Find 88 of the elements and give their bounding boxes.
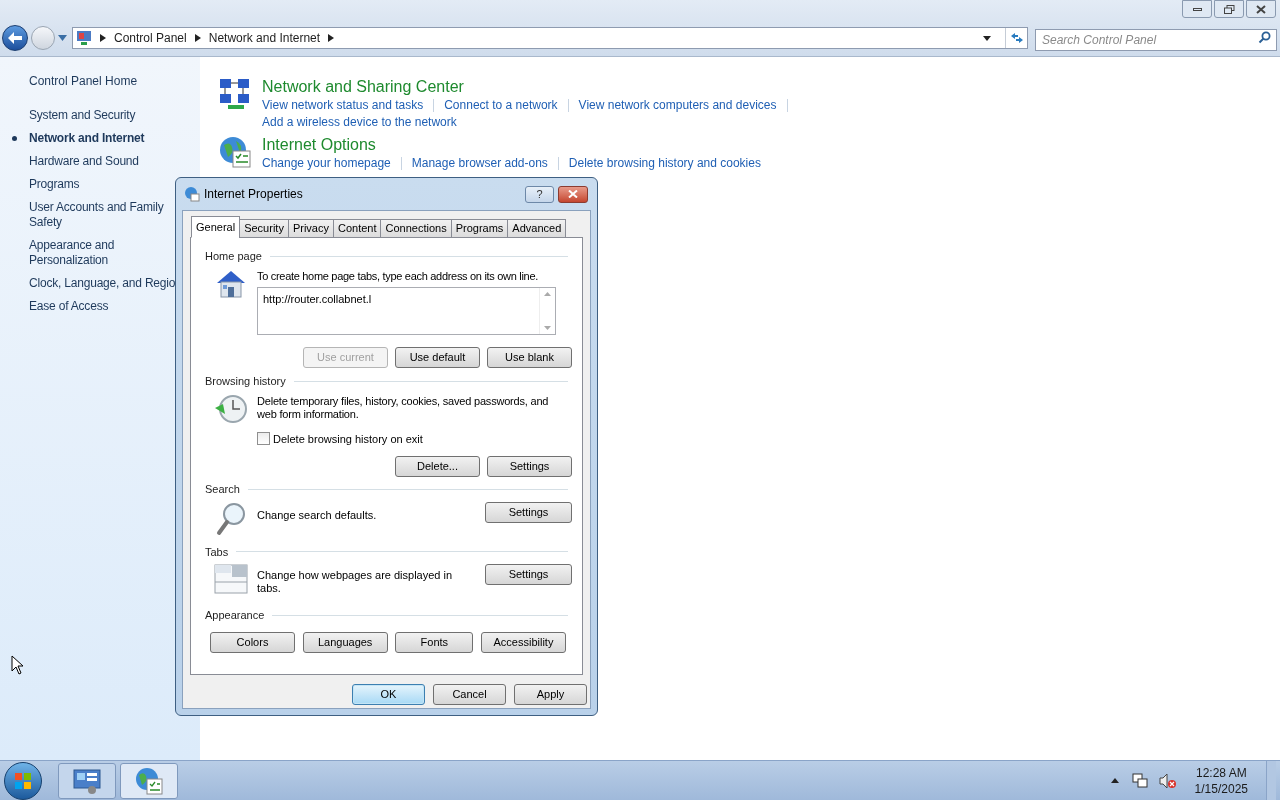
breadcrumb-arrow-icon <box>194 34 201 42</box>
dialog-title: Internet Properties <box>204 186 303 203</box>
dialog-button[interactable]: Delete... <box>395 456 480 477</box>
checkbox[interactable] <box>257 432 270 446</box>
globe-icon <box>134 765 164 796</box>
section-heading: Tabs <box>205 544 229 560</box>
refresh-icon[interactable] <box>1009 32 1024 44</box>
section-heading: Appearance <box>205 608 265 623</box>
back-button[interactable] <box>2 25 28 51</box>
task-link[interactable]: Connect to a network <box>444 97 558 114</box>
section-heading: Browsing history <box>205 374 286 389</box>
clock-time[interactable]: 12:28 AM <box>1195 764 1247 781</box>
dialog-tab[interactable]: Content <box>332 219 382 238</box>
sidebar-link[interactable]: Control Panel Home <box>29 72 138 90</box>
section-text: Delete temporary files, history, cookies, saved passwords, and web form information. <box>257 394 550 421</box>
task-link[interactable]: Manage browser add-ons <box>411 155 548 172</box>
close-icon <box>1256 4 1266 14</box>
close-button[interactable] <box>1246 0 1276 18</box>
dialog-button[interactable]: Languages <box>302 631 388 653</box>
task-link[interactable]: View network computers and devices <box>578 97 777 114</box>
dialog-button[interactable]: Use default <box>395 347 480 368</box>
category-title[interactable]: Internet Options <box>262 135 376 155</box>
dialog-tab[interactable]: Connections <box>380 219 452 238</box>
control-panel-icon <box>76 30 92 46</box>
task-link[interactable]: Add a wireless device to the network <box>262 114 457 131</box>
task-link[interactable]: View network status and tasks <box>262 97 424 114</box>
search-field[interactable]: Search Control Panel <box>1035 29 1277 51</box>
restore-icon <box>1223 4 1235 14</box>
sidebar-link[interactable]: Hardware and Sound <box>29 154 139 169</box>
globe-icon <box>184 186 200 202</box>
dialog-button[interactable]: Cancel <box>433 684 506 705</box>
clock-date[interactable]: 1/15/2025 <box>1194 780 1248 797</box>
breadcrumb[interactable]: Control Panel <box>114 29 187 47</box>
dialog-button[interactable]: Apply <box>514 684 587 705</box>
dialog-button[interactable]: Settings <box>485 501 572 523</box>
breadcrumb-arrow-icon <box>100 34 106 42</box>
dialog-tab[interactable]: Advanced <box>507 219 567 238</box>
back-arrow-icon <box>8 32 22 44</box>
minimize-button[interactable] <box>1182 0 1212 18</box>
control-panel-icon <box>72 767 102 794</box>
dialog-button[interactable]: Colors <box>210 631 295 653</box>
sidebar-link[interactable]: Ease of Access <box>29 299 109 314</box>
restore-button[interactable] <box>1214 0 1244 18</box>
section-heading: Search <box>205 482 240 497</box>
breadcrumb-arrow-icon <box>328 34 335 42</box>
muted-speaker-icon[interactable] <box>1158 772 1177 789</box>
tabs-icon <box>214 564 248 594</box>
task-link[interactable]: Change your homepage <box>262 155 391 172</box>
section-heading: Home page <box>205 249 262 264</box>
dialog-button[interactable]: Settings <box>485 564 572 585</box>
dialog-button[interactable]: Fonts <box>395 631 474 653</box>
dropdown-icon[interactable] <box>983 35 991 41</box>
section-text: Change how webpages are displayed in tabs. <box>257 569 454 595</box>
close-icon <box>568 190 578 198</box>
mouse-cursor-icon <box>11 655 25 675</box>
address-bar[interactable]: Control Panel Network and Internet <box>72 27 1028 49</box>
dialog-tab[interactable]: Security <box>239 219 289 238</box>
dialog-button[interactable]: Use blank <box>487 347 572 368</box>
dialog-tab[interactable]: Programs <box>450 219 509 238</box>
taskbar-button[interactable] <box>120 762 178 799</box>
clock-icon <box>213 393 249 426</box>
dialog-button[interactable]: Accessibility <box>480 631 566 653</box>
section-text: To create home page tabs, type each address on its own line. <box>257 268 539 284</box>
dialog-tab[interactable]: Privacy <box>287 219 334 238</box>
close-button[interactable] <box>558 185 588 203</box>
globe-icon <box>218 135 252 169</box>
sidebar-link[interactable]: Programs <box>29 177 80 192</box>
sidebar-link[interactable]: Clock, Language, and Regio <box>29 276 176 291</box>
checkbox-label[interactable]: Delete browsing history on exit <box>273 430 423 447</box>
bullet-icon <box>12 136 17 141</box>
sidebar-link[interactable]: Network and Internet <box>29 131 145 146</box>
help-button[interactable]: ? <box>525 185 554 203</box>
windows-logo-icon <box>14 771 32 790</box>
sidebar-link[interactable]: System and Security <box>29 108 136 123</box>
magnifier-icon <box>216 501 246 536</box>
network-status-icon[interactable] <box>1130 772 1149 789</box>
search-icon[interactable] <box>1258 31 1271 44</box>
category-title[interactable]: Network and Sharing Center <box>262 77 464 97</box>
breadcrumb[interactable]: Network and Internet <box>208 29 321 47</box>
section-text: Change search defaults. <box>257 507 377 523</box>
dialog-button[interactable]: Settings <box>487 456 572 477</box>
task-link[interactable]: Delete browsing history and cookies <box>568 155 761 172</box>
start-button[interactable] <box>4 761 42 800</box>
taskbar-button[interactable] <box>58 762 116 799</box>
network-icon <box>218 77 252 111</box>
dialog-tab[interactable]: General <box>191 216 241 238</box>
dialog-button[interactable]: OK <box>352 684 425 705</box>
show-hidden-icons-icon[interactable] <box>1110 778 1119 783</box>
